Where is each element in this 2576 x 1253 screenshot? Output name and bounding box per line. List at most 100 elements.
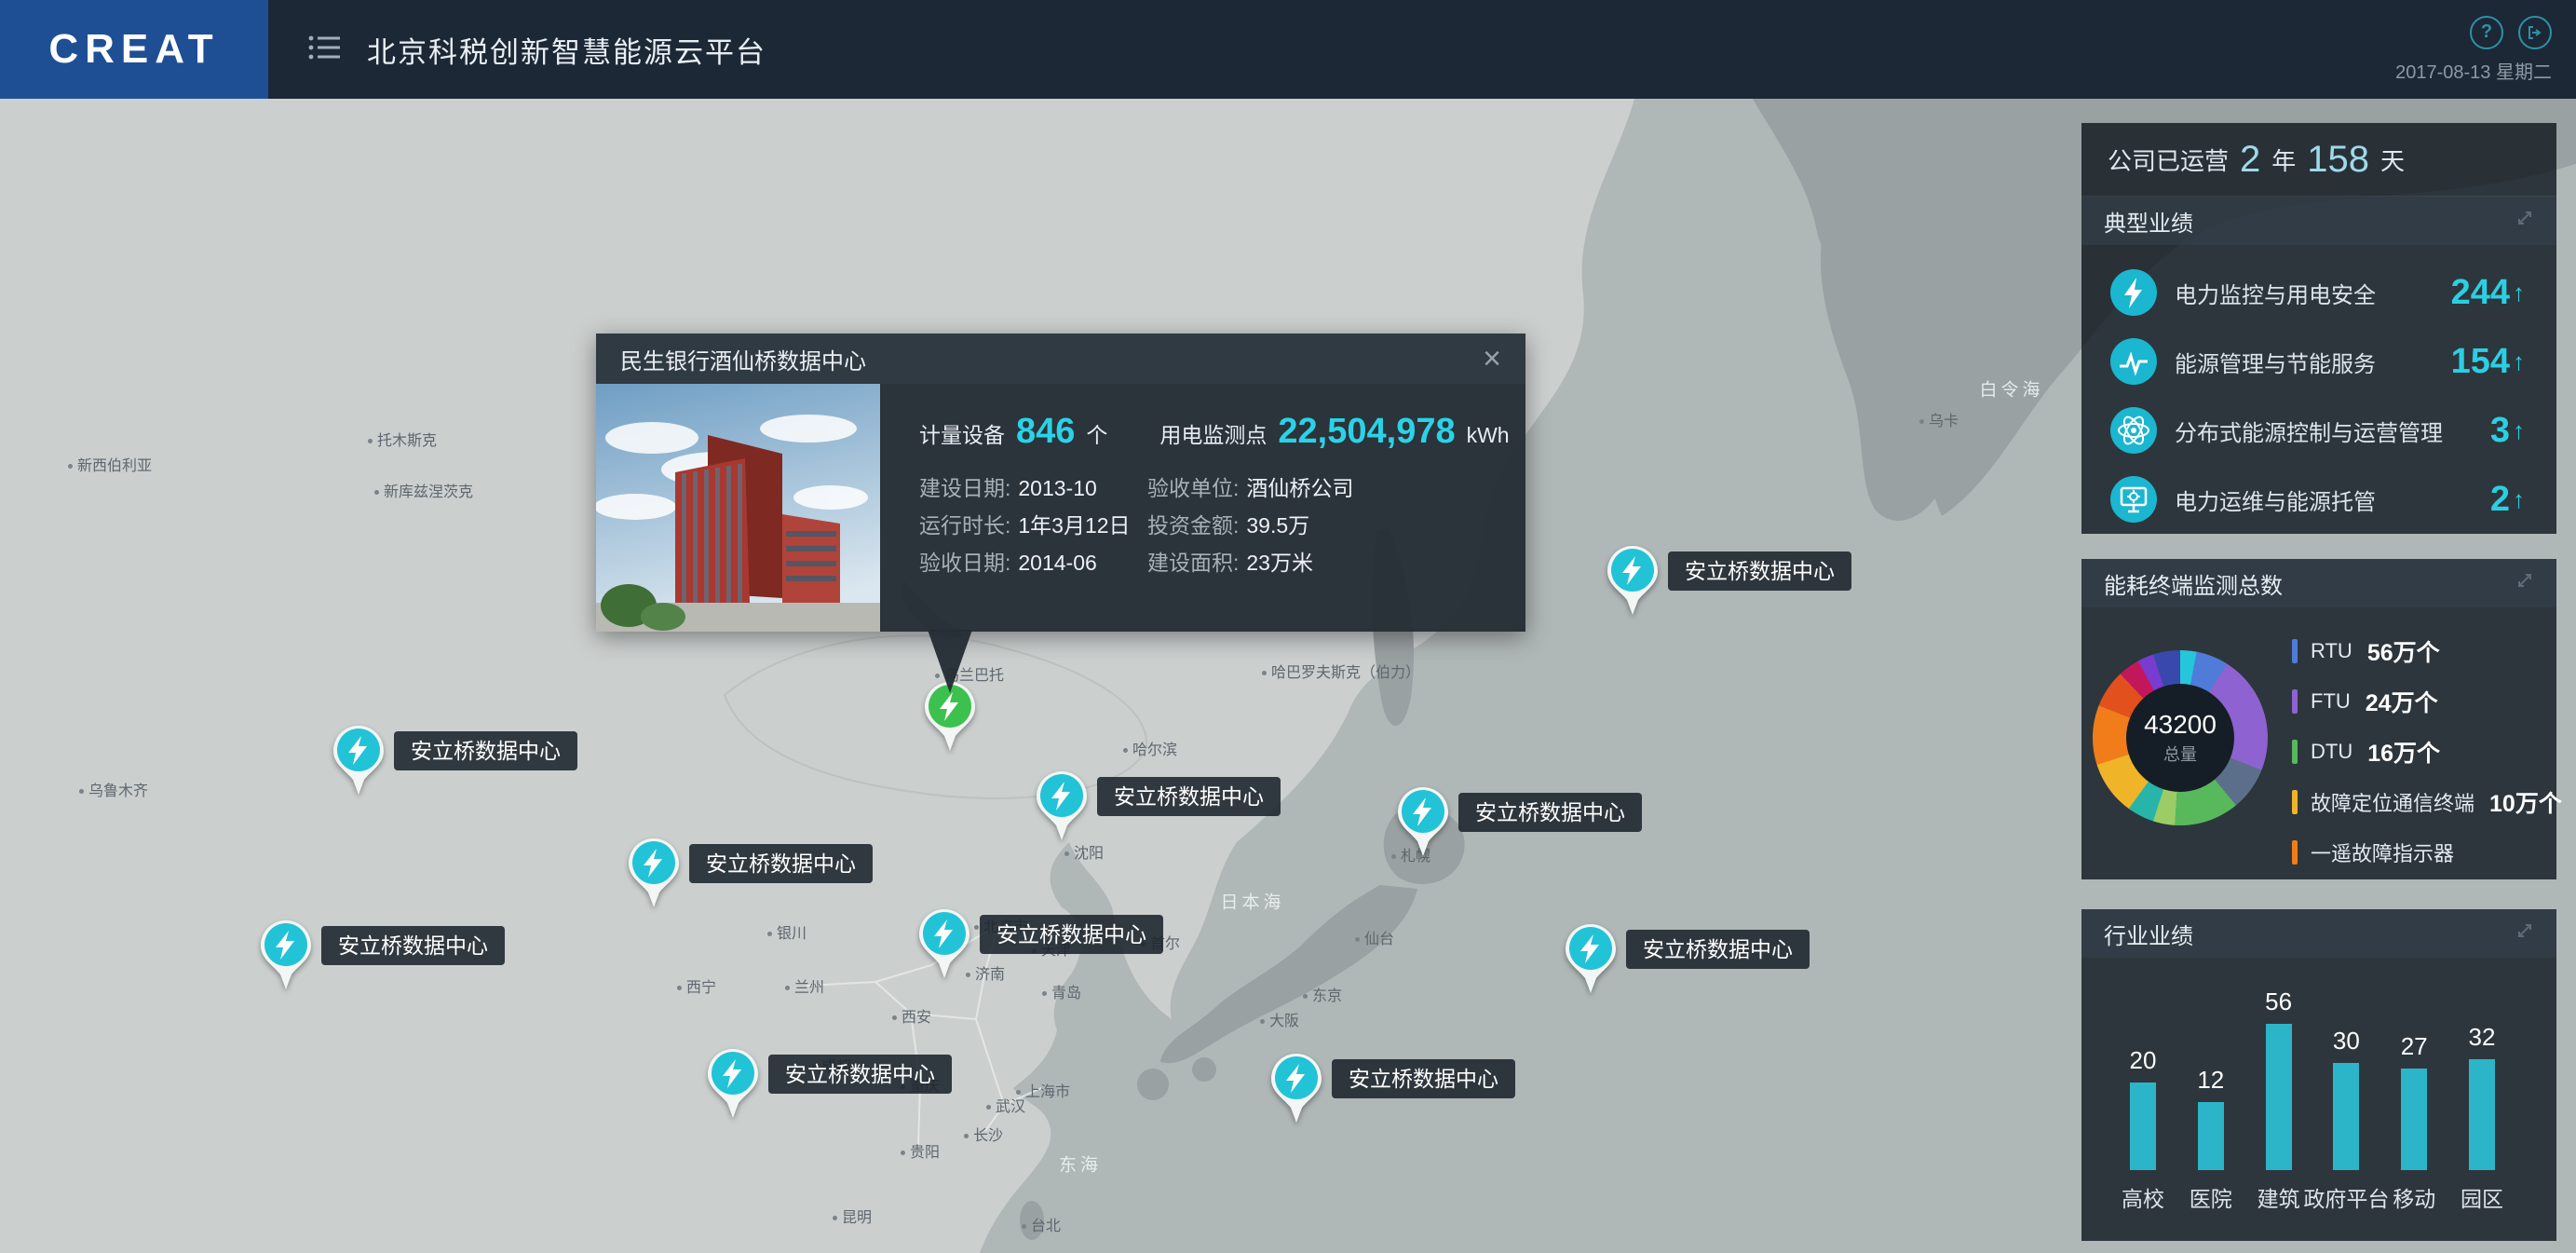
operating-years-unit: 年 xyxy=(2271,143,2296,177)
bar-rect xyxy=(2469,1059,2495,1170)
map-sea-label: 白令海 xyxy=(1979,376,2043,402)
industry-bar: 56建筑 xyxy=(2249,984,2309,1209)
bar-category: 政府平台 xyxy=(2303,1181,2389,1209)
marker-label[interactable]: 安立桥数据中心 xyxy=(321,926,505,965)
terminals-title: 能耗终端监测总数 xyxy=(2104,567,2283,600)
popup-pointer xyxy=(928,630,972,693)
marker-label[interactable]: 安立桥数据中心 xyxy=(689,844,873,883)
header-date: 2017-08-13 星期二 xyxy=(2395,57,2552,84)
popup-stat: 计量设备846个 xyxy=(919,412,1107,452)
typical-item-label: 电力监控与用电安全 xyxy=(2175,277,2451,309)
legend-label: FTU xyxy=(2311,689,2351,714)
marker-label[interactable]: 安立桥数据中心 xyxy=(768,1055,952,1094)
popup-detail-row: 投资金额:39.5万 xyxy=(1147,507,1464,544)
donut-total-value: 43200 xyxy=(2144,710,2217,740)
panel-industry: 行业业绩 20高校12医院56建筑30政府平台27移动32园区 xyxy=(2081,909,2556,1241)
popup-title: 民生银行酒仙桥数据中心 xyxy=(620,343,866,375)
bar-category: 园区 xyxy=(2461,1181,2503,1209)
bar-value: 12 xyxy=(2197,1066,2224,1095)
marker-label[interactable]: 安立桥数据中心 xyxy=(1458,793,1642,832)
bar-category: 建筑 xyxy=(2257,1181,2300,1209)
bar-value: 30 xyxy=(2333,1027,2360,1056)
typical-item-value: 244 xyxy=(2451,273,2510,313)
map-city-label: 乌鲁木齐 xyxy=(79,778,148,800)
typical-performance-item[interactable]: 电力监控与用电安全244↑ xyxy=(2081,258,2556,327)
operating-years: 2 xyxy=(2240,139,2260,181)
typical-item-value: 2 xyxy=(2490,480,2510,520)
help-icon[interactable]: ? xyxy=(2470,16,2503,49)
typical-performance-header: 典型业绩 xyxy=(2081,197,2556,245)
operating-summary: 公司已运营 2 年 158 天 xyxy=(2081,123,2556,197)
bar-rect xyxy=(2333,1063,2359,1170)
brand-logo: CREAT xyxy=(0,0,268,99)
legend-item: 一遥故障指示器 xyxy=(2292,827,2547,878)
industry-bar: 27移动 xyxy=(2384,984,2444,1209)
marker-label[interactable]: 安立桥数据中心 xyxy=(1332,1059,1515,1098)
popup-title-bar: 民生银行酒仙桥数据中心 × xyxy=(596,334,1525,384)
map-city-label: 西宁 xyxy=(677,974,716,997)
typical-performance-item[interactable]: 能源管理与节能服务154↑ xyxy=(2081,327,2556,396)
map-sea-label: 东海 xyxy=(1059,1151,1102,1177)
popup-detail-row: 验收单位:酒仙桥公司 xyxy=(1147,470,1464,507)
terminals-donut-chart: 43200 总量 xyxy=(2093,650,2268,825)
terminals-header: 能耗终端监测总数 xyxy=(2081,559,2556,607)
marker-label[interactable]: 安立桥数据中心 xyxy=(1097,777,1281,816)
typical-performance-title: 典型业绩 xyxy=(2104,205,2193,238)
legend-item: RTU56万个 xyxy=(2292,626,2547,676)
legend-value: 24万个 xyxy=(2366,685,2438,718)
typical-item-label: 能源管理与节能服务 xyxy=(2175,346,2451,378)
marker-label[interactable]: 安立桥数据中心 xyxy=(1668,552,1851,591)
legend-swatch xyxy=(2292,740,2298,764)
map-city-label: 贵阳 xyxy=(901,1139,940,1162)
legend-item: 故障定位通信终端10万个 xyxy=(2292,777,2547,827)
marker-label[interactable]: 安立桥数据中心 xyxy=(1626,930,1810,969)
industry-title: 行业业绩 xyxy=(2104,918,2193,950)
terminals-legend: RTU56万个FTU24万个DTU16万个故障定位通信终端10万个一遥故障指示器 xyxy=(2292,626,2547,878)
map-city-label: 银川 xyxy=(767,920,807,943)
expand-icon[interactable] xyxy=(2515,920,2534,947)
ops-gear-icon xyxy=(2109,475,2158,524)
expand-icon[interactable] xyxy=(2515,208,2534,234)
typical-item-label: 电力运维与能源托管 xyxy=(2175,483,2490,516)
typical-performance-list: 电力监控与用电安全244↑能源管理与节能服务154↑分布式能源控制与运营管理3↑… xyxy=(2081,245,2556,534)
marker-label[interactable]: 安立桥数据中心 xyxy=(394,731,577,770)
map-city-label: 仙台 xyxy=(1355,926,1394,948)
up-arrow-icon: ↑ xyxy=(2513,347,2525,376)
legend-swatch xyxy=(2292,840,2298,865)
map-city-label: 大阪 xyxy=(1260,1008,1299,1030)
up-arrow-icon: ↑ xyxy=(2513,279,2525,307)
operating-days: 158 xyxy=(2307,139,2369,181)
map-city-label: 西安 xyxy=(892,1004,931,1027)
legend-item: FTU 24万个 xyxy=(2292,676,2547,727)
popup-stats: 计量设备846个用电监测点22,504,978kWh xyxy=(919,412,1510,452)
bar-rect xyxy=(2198,1102,2224,1170)
menu-icon[interactable] xyxy=(307,34,343,66)
map-city-label: 青岛 xyxy=(1042,980,1081,1002)
logout-icon[interactable] xyxy=(2518,16,2552,49)
legend-swatch xyxy=(2292,639,2298,663)
header-right: ? 2017-08-13 星期二 xyxy=(2395,16,2576,84)
up-arrow-icon: ↑ xyxy=(2513,485,2525,514)
map-city-label: 乌卡 xyxy=(1919,408,1959,430)
energy-wave-icon xyxy=(2109,337,2158,386)
legend-value: 56万个 xyxy=(2367,634,2440,668)
bar-value: 27 xyxy=(2401,1032,2428,1061)
bar-rect xyxy=(2401,1069,2427,1170)
map-city-label: 哈巴罗夫斯克（伯力） xyxy=(1262,660,1420,682)
close-icon[interactable]: × xyxy=(1483,343,1501,375)
industry-bar-chart: 20高校12医院56建筑30政府平台27移动32园区 xyxy=(2113,984,2512,1209)
typical-performance-item[interactable]: 电力运维与能源托管2↑ xyxy=(2081,465,2556,534)
popup-detail-row: 建设面积:23万米 xyxy=(1147,544,1464,581)
marker-label[interactable]: 安立桥数据中心 xyxy=(980,915,1163,954)
popup-detail-row: 运行时长:1年3月12日 xyxy=(919,507,1143,544)
expand-icon[interactable] xyxy=(2515,570,2534,596)
map-city-label: 台北 xyxy=(1022,1213,1061,1235)
datacenter-popup: 民生银行酒仙桥数据中心 × xyxy=(596,334,1525,632)
donut-total-label: 总量 xyxy=(2163,742,2197,766)
map-sea-label: 日本海 xyxy=(1220,889,1284,914)
legend-label: DTU xyxy=(2311,740,2352,764)
map-city-label: 昆明 xyxy=(833,1205,872,1227)
typical-performance-item[interactable]: 分布式能源控制与运营管理3↑ xyxy=(2081,396,2556,465)
bar-category: 高校 xyxy=(2122,1181,2164,1209)
legend-label: 故障定位通信终端 xyxy=(2311,787,2474,817)
